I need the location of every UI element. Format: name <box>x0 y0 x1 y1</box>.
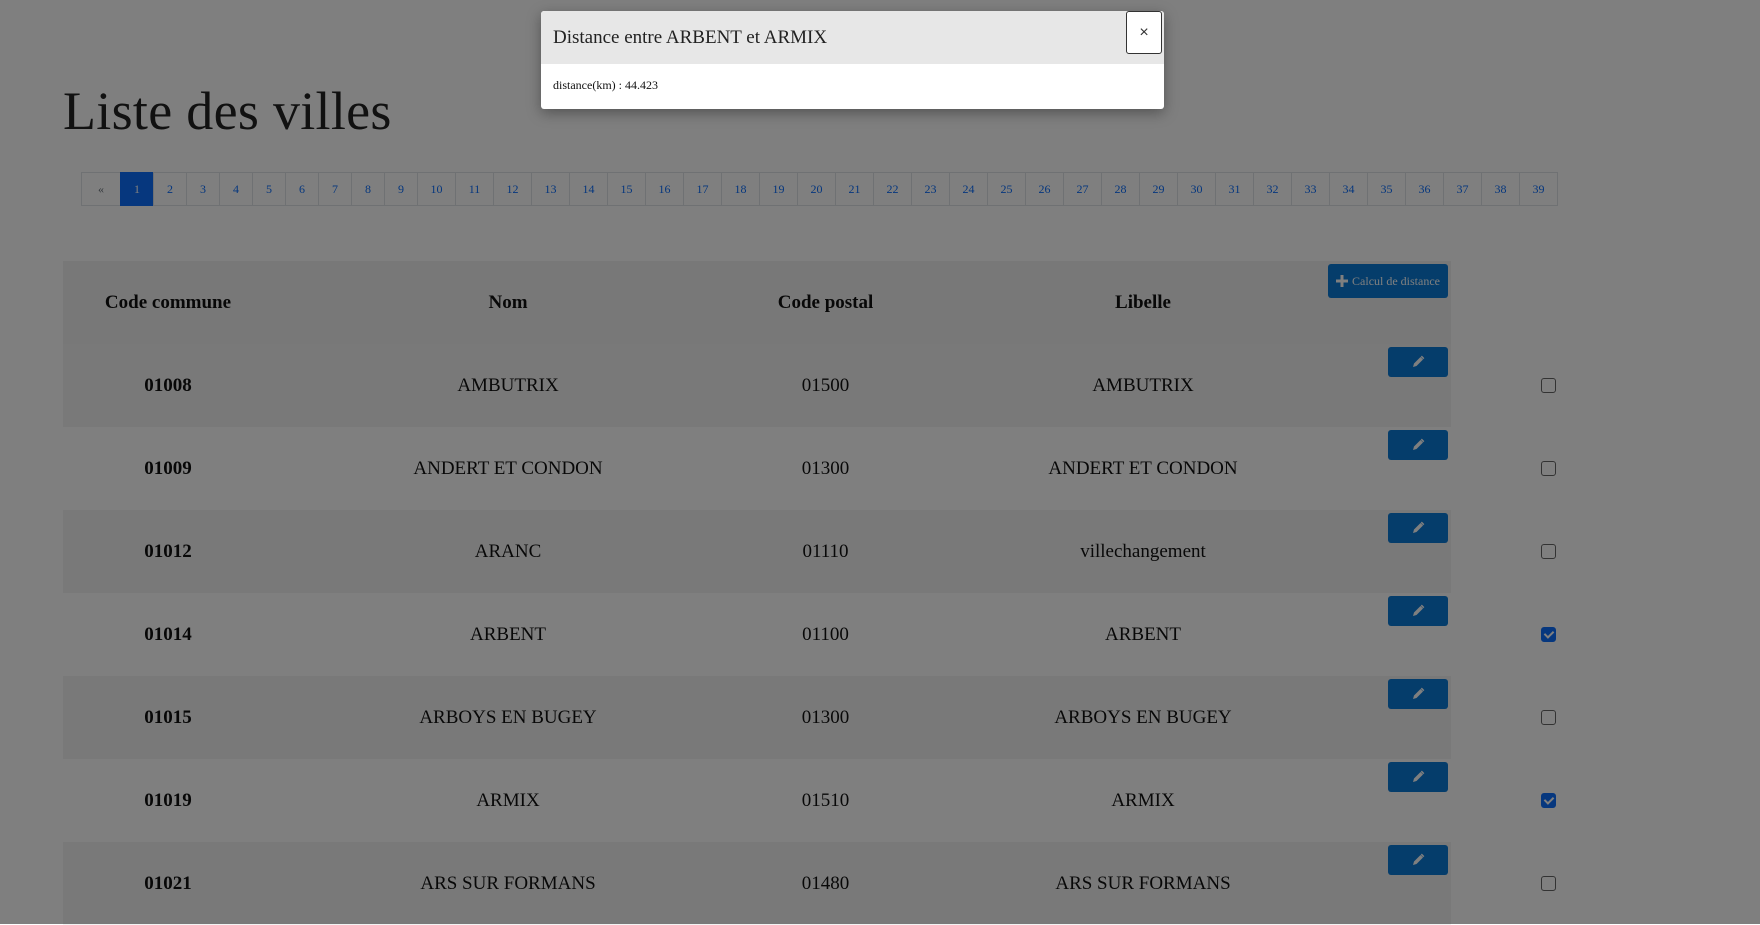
close-button[interactable]: × <box>1126 11 1162 54</box>
modal-header: Distance entre ARBENT et ARMIX × <box>541 11 1164 64</box>
close-icon: × <box>1139 23 1149 41</box>
modal-backdrop[interactable] <box>0 0 1760 924</box>
modal-title: Distance entre ARBENT et ARMIX <box>553 26 828 48</box>
modal-body: distance(km) : 44.423 <box>553 78 658 92</box>
distance-modal: Distance entre ARBENT et ARMIX × distanc… <box>541 11 1164 109</box>
